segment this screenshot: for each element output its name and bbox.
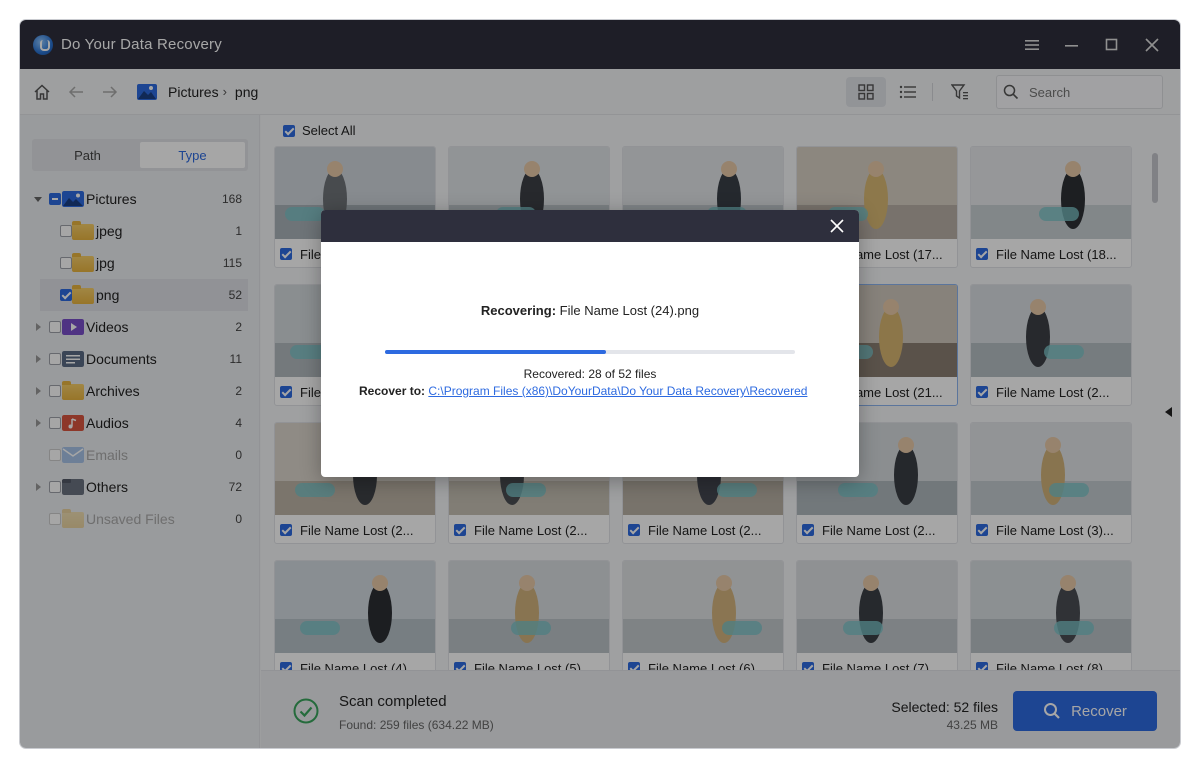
recovering-dialog: Recovering: File Name Lost (24).png Reco… xyxy=(321,210,859,477)
recover-to-path-link[interactable]: C:\Program Files (x86)\DoYourData\Do You… xyxy=(428,384,807,398)
recover-to-label: Recover to: xyxy=(359,384,429,398)
recover-to-line: Recover to: C:\Program Files (x86)\DoYou… xyxy=(359,384,821,398)
dialog-header xyxy=(321,210,859,242)
progress-fill xyxy=(385,350,607,354)
recovering-line: Recovering: File Name Lost (24).png xyxy=(321,303,859,318)
recovering-label: Recovering: xyxy=(480,303,557,318)
progress-bar xyxy=(385,350,795,354)
recovered-count: Recovered: 28 of 52 files xyxy=(523,367,657,381)
recovering-file: File Name Lost (24).png xyxy=(556,303,700,318)
dialog-close-icon[interactable] xyxy=(829,218,845,234)
app-window: Do Your Data Recovery Pictures › png Sea… xyxy=(20,20,1180,748)
